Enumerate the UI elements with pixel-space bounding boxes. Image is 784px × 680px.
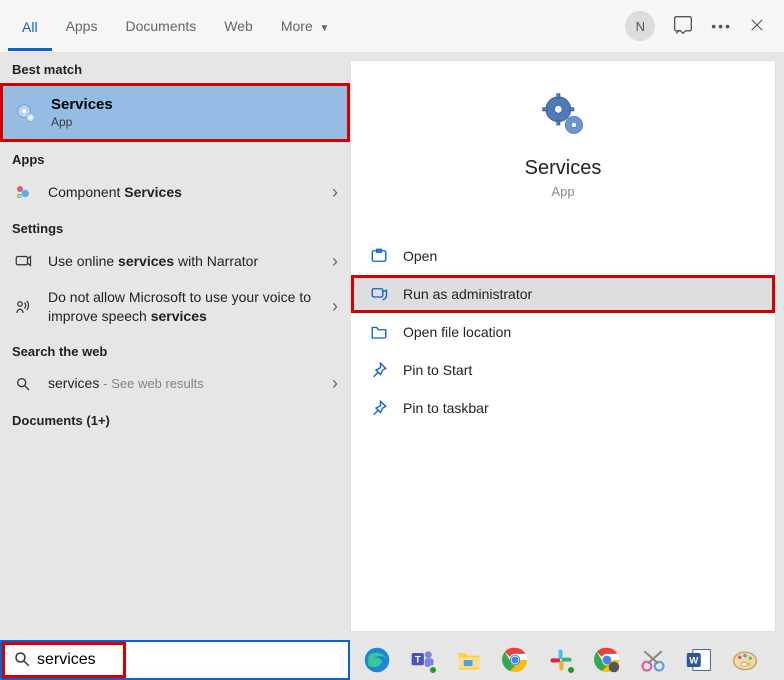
chevron-right-icon: › bbox=[332, 373, 338, 394]
user-avatar[interactable]: N bbox=[625, 11, 655, 41]
action-open[interactable]: Open bbox=[351, 237, 775, 275]
section-search-web: Search the web bbox=[0, 334, 350, 365]
action-pin-to-start[interactable]: Pin to Start bbox=[351, 351, 775, 389]
results-left-pane: Best match Services App Apps Component S… bbox=[0, 52, 350, 640]
pin-icon bbox=[369, 360, 389, 380]
tab-apps[interactable]: Apps bbox=[52, 4, 112, 48]
action-run-as-administrator[interactable]: Run as administrator bbox=[351, 275, 775, 313]
gear-icon-large bbox=[538, 89, 588, 139]
speech-icon bbox=[12, 296, 34, 318]
status-dot-icon bbox=[566, 665, 576, 675]
web-result-services[interactable]: services - See web results › bbox=[0, 365, 350, 403]
feedback-icon[interactable] bbox=[673, 15, 693, 38]
preview-pane-container: Services App Open Run as adminis bbox=[350, 52, 784, 640]
chevron-right-icon: › bbox=[332, 296, 338, 317]
best-match-title: Services bbox=[51, 96, 113, 113]
section-best-match: Best match bbox=[0, 52, 350, 83]
filter-tabs-bar: All Apps Documents Web More ▼ N ••• bbox=[0, 0, 784, 52]
apps-item-component-services[interactable]: Component Services › bbox=[0, 173, 350, 211]
svg-text:T: T bbox=[415, 655, 421, 666]
chevron-right-icon: › bbox=[332, 251, 338, 272]
chevron-down-icon: ▼ bbox=[317, 23, 330, 34]
section-documents: Documents (1+) bbox=[0, 403, 350, 434]
taskbar: T W bbox=[0, 640, 784, 680]
best-match-subtitle: App bbox=[51, 115, 113, 129]
pin-icon bbox=[369, 398, 389, 418]
tab-documents[interactable]: Documents bbox=[111, 4, 210, 48]
narrator-icon bbox=[12, 250, 34, 272]
more-options-icon[interactable]: ••• bbox=[711, 18, 732, 34]
action-open-file-location[interactable]: Open file location bbox=[351, 313, 775, 351]
taskbar-snip-icon[interactable] bbox=[634, 641, 672, 679]
search-icon bbox=[13, 650, 31, 671]
taskbar-edge-icon[interactable] bbox=[358, 641, 396, 679]
best-match-services[interactable]: Services App bbox=[0, 83, 350, 142]
preview-title: Services bbox=[525, 157, 602, 180]
settings-item-online-services-narrator[interactable]: Use online services with Narrator › bbox=[0, 242, 350, 280]
taskbar-paint-icon[interactable] bbox=[726, 641, 764, 679]
open-icon bbox=[369, 246, 389, 266]
taskbar-teams-icon[interactable]: T bbox=[404, 641, 442, 679]
section-apps: Apps bbox=[0, 142, 350, 173]
component-services-icon bbox=[12, 181, 34, 203]
search-input[interactable] bbox=[37, 651, 117, 669]
taskbar-chrome-beta-icon[interactable] bbox=[588, 641, 626, 679]
folder-icon bbox=[369, 322, 389, 342]
tab-all[interactable]: All bbox=[8, 2, 52, 51]
taskbar-word-icon[interactable]: W bbox=[680, 641, 718, 679]
settings-item-speech-services[interactable]: Do not allow Microsoft to use your voice… bbox=[0, 280, 350, 334]
shield-run-icon bbox=[369, 284, 389, 304]
tab-web[interactable]: Web bbox=[210, 4, 267, 48]
search-box[interactable] bbox=[0, 640, 350, 680]
taskbar-slack-icon[interactable] bbox=[542, 641, 580, 679]
close-button[interactable] bbox=[750, 18, 764, 35]
chevron-right-icon: › bbox=[332, 182, 338, 203]
gear-icon bbox=[15, 102, 37, 124]
section-settings: Settings bbox=[0, 211, 350, 242]
svg-text:W: W bbox=[689, 656, 699, 667]
taskbar-chrome-icon[interactable] bbox=[496, 641, 534, 679]
tab-more[interactable]: More ▼ bbox=[267, 4, 344, 48]
preview-subtitle: App bbox=[551, 184, 574, 199]
search-icon bbox=[12, 373, 34, 395]
action-pin-to-taskbar[interactable]: Pin to taskbar bbox=[351, 389, 775, 427]
status-dot-icon bbox=[428, 665, 438, 675]
taskbar-file-explorer-icon[interactable] bbox=[450, 641, 488, 679]
